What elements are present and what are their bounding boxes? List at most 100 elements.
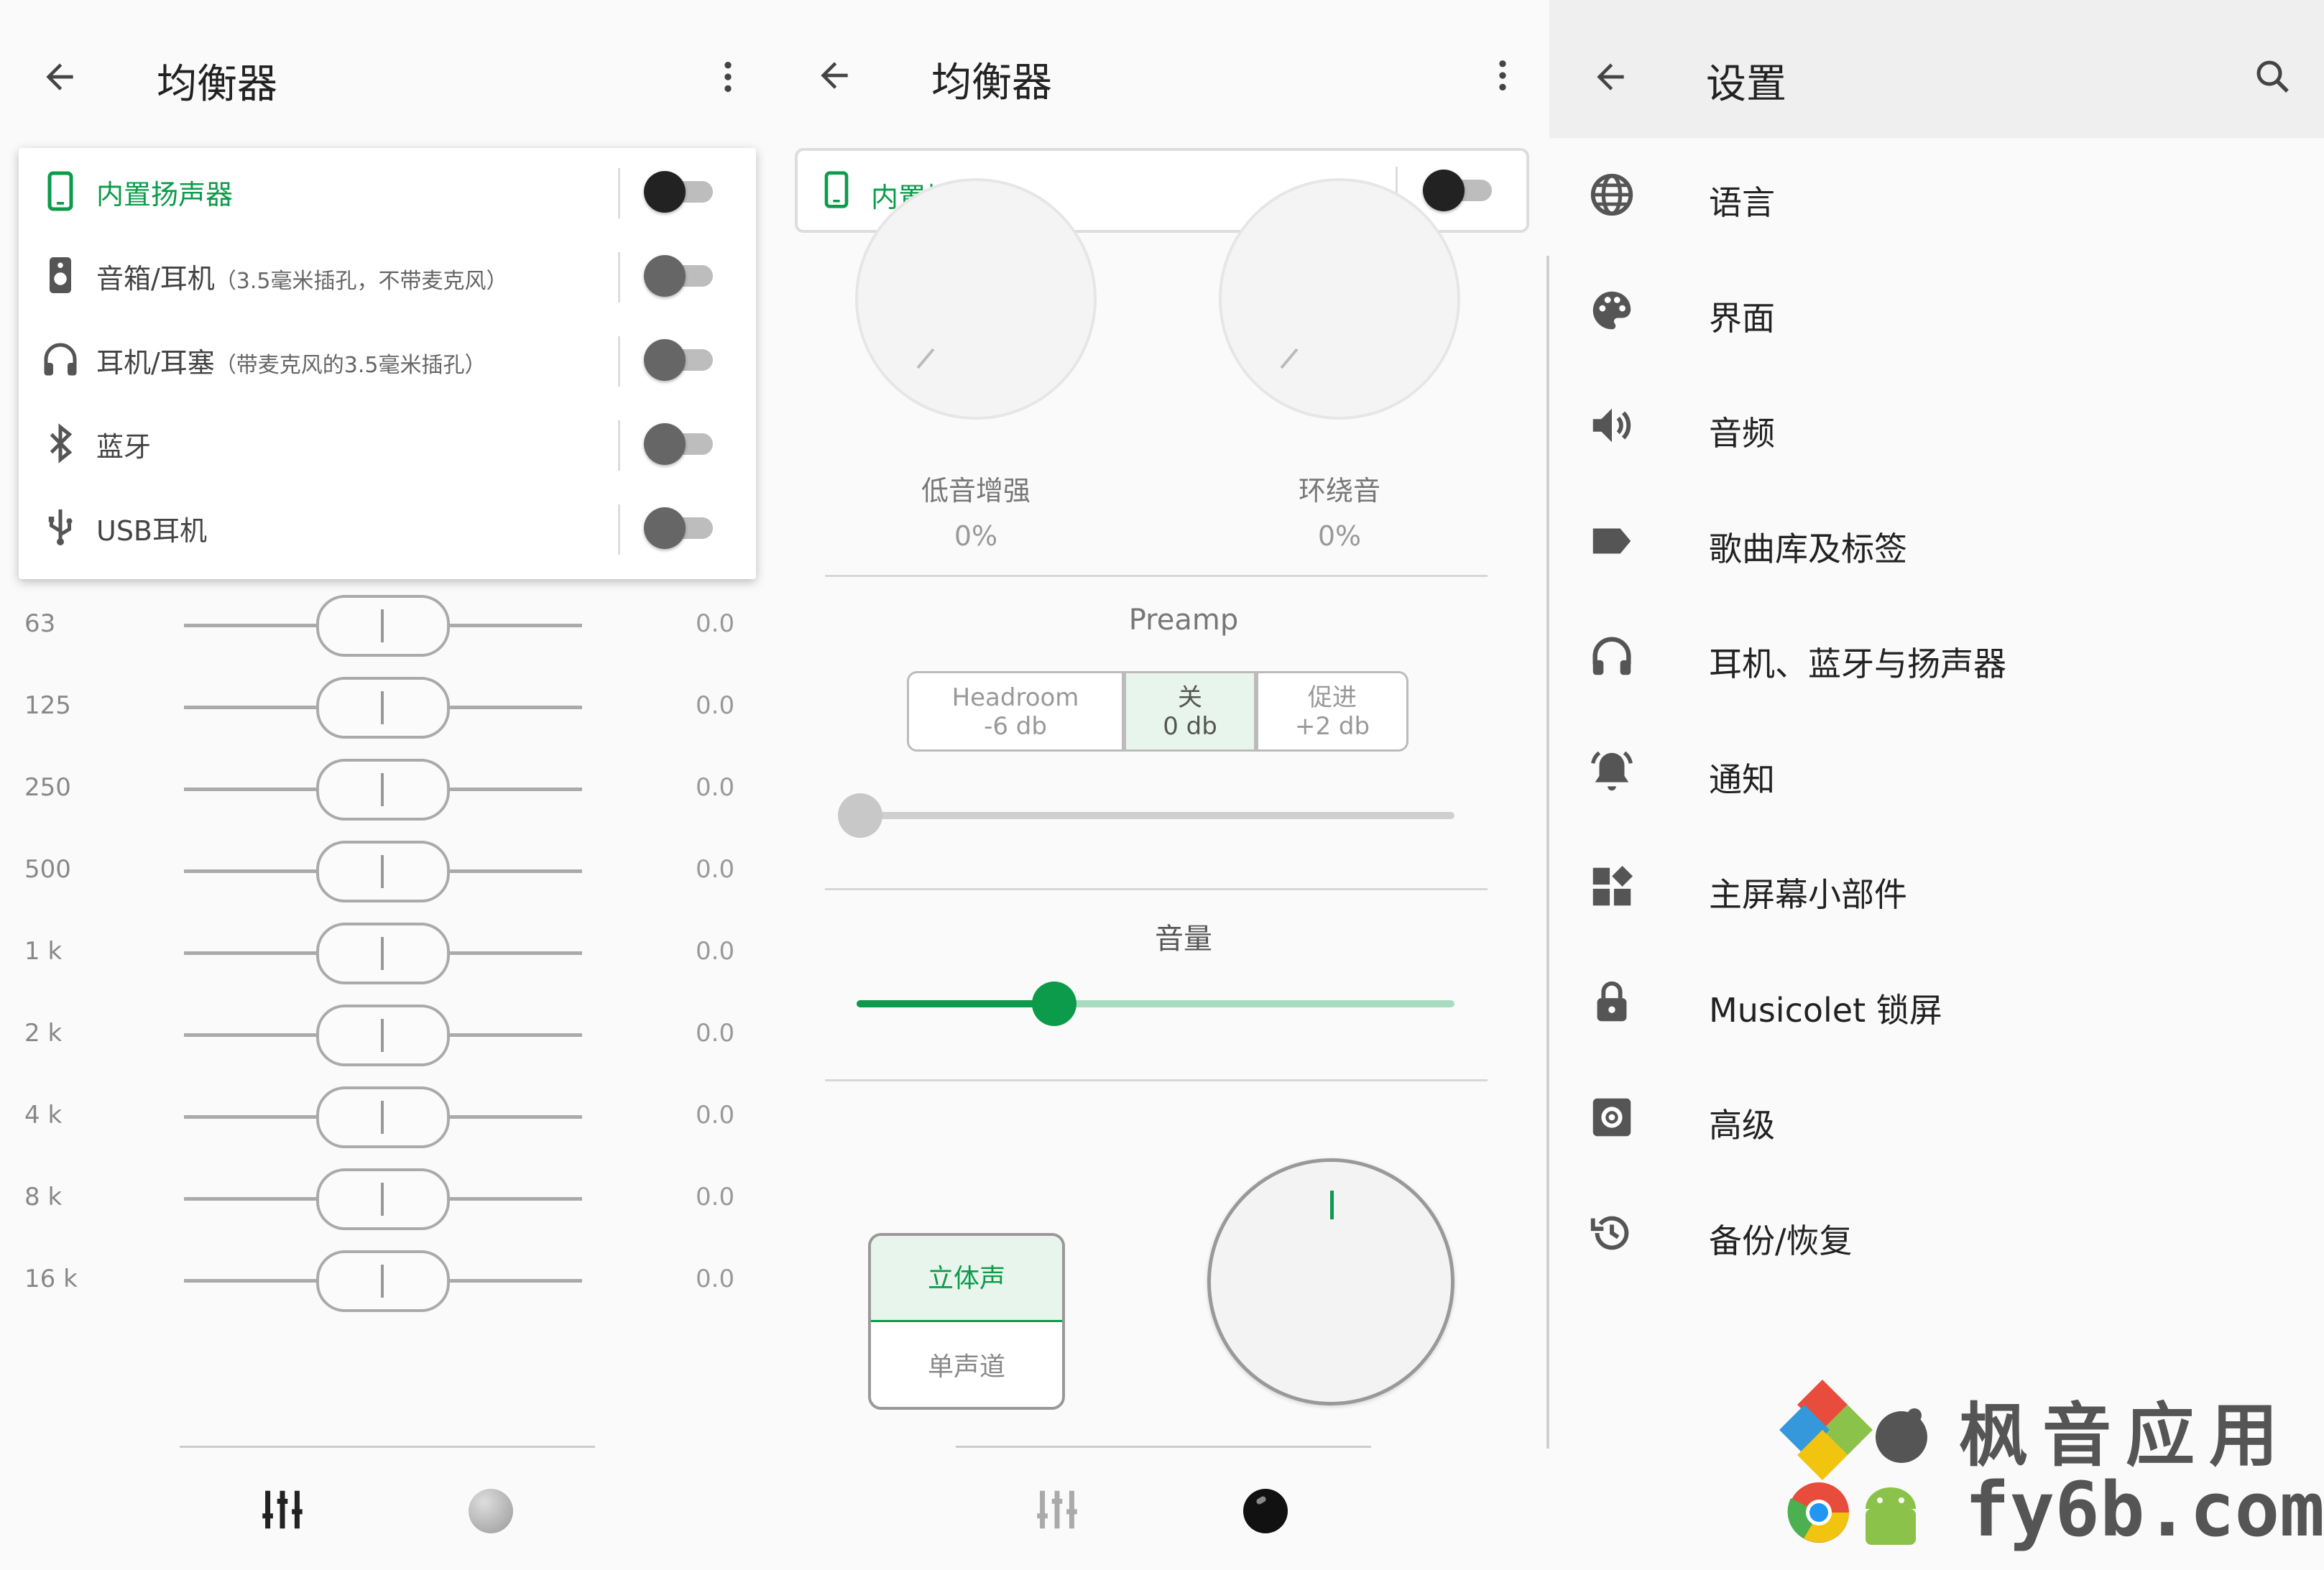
settings-item[interactable]: 通知 (1549, 718, 2324, 833)
eq-band-row: 2 k 0.0 (0, 994, 775, 1073)
band-slider-thumb[interactable] (316, 1168, 450, 1230)
surround-dial[interactable] (1219, 178, 1460, 420)
settings-item-label: 音频 (1709, 414, 1775, 453)
mono-label: 单声道 (927, 1352, 1005, 1382)
app-bar (1549, 0, 2324, 138)
page-title: 设置 (1706, 61, 1786, 108)
settings-item[interactable]: 备份/恢复 (1549, 1179, 2324, 1294)
mono-button[interactable]: 单声道 (871, 1324, 1062, 1407)
settings-item-label: 高级 (1709, 1106, 1775, 1145)
preamp-option-label: Headroom (951, 683, 1079, 712)
device-toggle[interactable] (644, 422, 716, 465)
band-slider-thumb[interactable] (316, 841, 450, 902)
band-gain-value: 0.0 (696, 1183, 735, 1211)
preamp-slider-track[interactable] (859, 812, 1454, 819)
channel-mode-toggle: 立体声 单声道 (868, 1233, 1065, 1410)
band-frequency: 63 (24, 609, 56, 638)
device-option-label: 音箱/耳机（3.5毫米插孔，不带麦克风） (96, 257, 508, 296)
settings-item-label: 主屏幕小部件 (1709, 875, 1907, 914)
band-slider-thumb[interactable] (316, 759, 450, 821)
band-slider-thumb[interactable] (316, 1005, 450, 1066)
device-name: 内置扬声器 (96, 179, 234, 211)
band-slider-thumb[interactable] (316, 1250, 450, 1312)
band-gain-value: 0.0 (696, 773, 735, 802)
back-arrow-icon (821, 62, 848, 89)
device-option-label: 耳机/耳塞（带麦克风的3.5毫米插孔） (96, 341, 487, 380)
bass-boost-dial[interactable] (855, 178, 1097, 420)
device-option-label: 内置扬声器 (96, 172, 233, 212)
stereo-button[interactable]: 立体声 (871, 1236, 1062, 1322)
widgets-icon (1587, 862, 1637, 912)
search-button[interactable] (2241, 45, 2305, 109)
headphones-icon (1587, 631, 1637, 681)
settings-panel: 设置 语言界面音频歌曲库及标签耳机、蓝牙与扬声器通知主屏幕小部件 Musicole… (1549, 0, 2324, 1570)
lock-icon (1587, 977, 1637, 1028)
band-frequency: 8 k (24, 1183, 63, 1211)
settings-item[interactable]: 音频 (1549, 371, 2324, 486)
band-slider-thumb[interactable] (316, 595, 450, 657)
back-arrow-icon (46, 63, 73, 91)
device-toggle[interactable] (644, 254, 716, 297)
band-frequency: 4 k (24, 1101, 63, 1130)
preamp-option-label: 关 (1178, 683, 1202, 712)
device-description: （带麦克风的3.5毫米插孔） (214, 353, 487, 378)
device-option[interactable]: 蓝牙 (19, 400, 756, 486)
settings-item[interactable]: 高级 (1549, 1063, 2324, 1178)
back-button[interactable] (1578, 45, 1643, 109)
back-button[interactable] (802, 43, 867, 108)
label-icon (1587, 516, 1637, 566)
equalizer-panel-effects: 均衡器 内置扬声器 低音增强 0% 环绕音 0% Preamp Headroom… (775, 0, 1549, 1570)
volume-slider-thumb[interactable] (1031, 982, 1076, 1026)
tab-equalizer[interactable] (1032, 1484, 1082, 1535)
device-toggle[interactable] (644, 338, 716, 381)
settings-item[interactable]: 界面 (1549, 257, 2324, 371)
equalizer-icon (262, 1490, 303, 1529)
preamp-option[interactable]: 促进 +2 db (1256, 671, 1408, 752)
preamp-option[interactable]: 关0 db (1124, 671, 1256, 752)
tab-dial-knob[interactable] (469, 1489, 513, 1533)
eq-band-row: 8 k 0.0 (0, 1158, 775, 1237)
device-toggle[interactable] (644, 506, 716, 549)
preamp-option-db: -6 db (984, 712, 1047, 741)
eq-band-row: 1 k 0.0 (0, 913, 775, 992)
volume-slider-fill (857, 1000, 1054, 1007)
device-enable-toggle[interactable] (1423, 168, 1495, 211)
device-name: USB耳机 (96, 515, 208, 547)
settings-item[interactable]: 歌曲库及标签 (1549, 487, 2324, 602)
knob-highlight (1255, 1495, 1268, 1505)
back-arrow-icon (1597, 63, 1624, 91)
back-button[interactable] (27, 45, 92, 109)
settings-item[interactable]: Musicolet 锁屏 (1549, 948, 2324, 1063)
band-frequency: 500 (24, 855, 71, 884)
bass-boost-label: 低音增强 (921, 475, 1030, 507)
eq-band-row: 125 0.0 (0, 667, 775, 746)
preamp-option-db: 0 db (1163, 712, 1217, 741)
eq-band-row: 16 k 0.0 (0, 1240, 775, 1319)
separator (618, 252, 620, 303)
settings-item-label: 语言 (1709, 183, 1775, 222)
device-option[interactable]: 内置扬声器 (19, 148, 756, 234)
device-option-label: 蓝牙 (96, 425, 151, 464)
settings-item[interactable]: 语言 (1549, 141, 2324, 256)
overflow-menu-button[interactable] (1470, 43, 1535, 108)
more-vert-icon (724, 62, 732, 92)
settings-item-label: 耳机、蓝牙与扬声器 (1709, 645, 2006, 683)
band-slider-thumb[interactable] (316, 1086, 450, 1148)
device-option[interactable]: USB耳机 (19, 484, 756, 571)
band-slider-thumb[interactable] (316, 677, 450, 739)
preamp-slider-thumb[interactable] (838, 793, 882, 838)
balance-knob[interactable] (1207, 1158, 1454, 1405)
device-option[interactable]: 音箱/耳机（3.5毫米插孔，不带麦克风） (19, 232, 756, 318)
band-gain-value: 0.0 (696, 1101, 735, 1130)
settings-item[interactable]: 耳机、蓝牙与扬声器 (1549, 602, 2324, 717)
tab-dial-knob[interactable] (1243, 1489, 1288, 1533)
overflow-menu-button[interactable] (696, 45, 760, 109)
settings-item[interactable]: 主屏幕小部件 (1549, 833, 2324, 948)
preamp-option[interactable]: Headroom -6 db (907, 671, 1124, 752)
preamp-title: Preamp (1128, 604, 1239, 637)
device-option[interactable]: 耳机/耳塞（带麦克风的3.5毫米插孔） (19, 316, 756, 402)
device-toggle[interactable] (644, 170, 716, 213)
band-slider-thumb[interactable] (316, 923, 450, 984)
watermark-logo-icon (1779, 1380, 1927, 1545)
tab-equalizer[interactable] (257, 1484, 308, 1535)
